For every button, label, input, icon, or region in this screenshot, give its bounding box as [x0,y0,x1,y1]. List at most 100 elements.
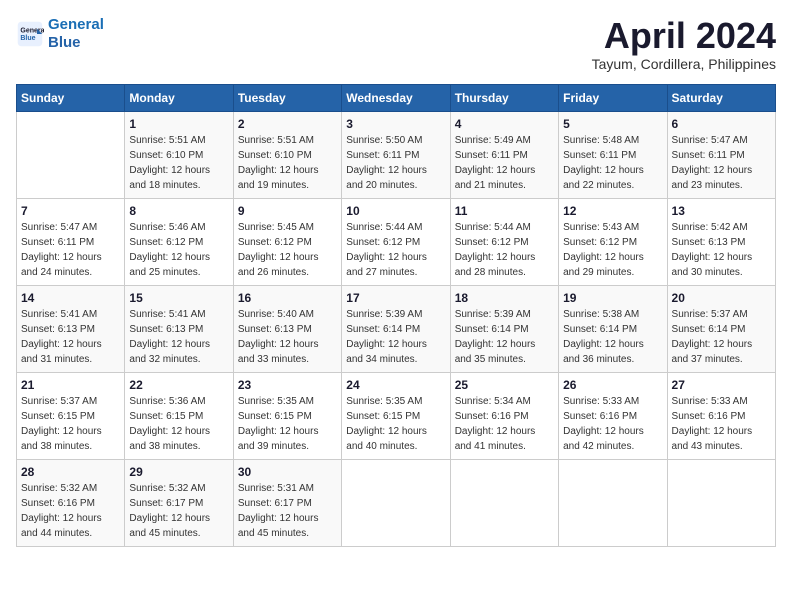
day-number: 20 [672,291,771,305]
calendar-title: April 2024 [592,16,776,56]
day-detail: Sunrise: 5:32 AM Sunset: 6:17 PM Dayligh… [129,481,228,541]
table-row: 17 Sunrise: 5:39 AM Sunset: 6:14 PM Dayli… [342,285,450,372]
day-detail: Sunrise: 5:51 AM Sunset: 6:10 PM Dayligh… [238,133,337,193]
day-number: 4 [455,117,554,131]
day-number: 26 [563,378,662,392]
day-number: 9 [238,204,337,218]
day-number: 24 [346,378,445,392]
day-detail: Sunrise: 5:50 AM Sunset: 6:11 PM Dayligh… [346,133,445,193]
day-detail: Sunrise: 5:33 AM Sunset: 6:16 PM Dayligh… [563,394,662,454]
day-detail: Sunrise: 5:34 AM Sunset: 6:16 PM Dayligh… [455,394,554,454]
table-row: 7 Sunrise: 5:47 AM Sunset: 6:11 PM Daylig… [17,198,125,285]
day-number: 11 [455,204,554,218]
table-row: 5 Sunrise: 5:48 AM Sunset: 6:11 PM Daylig… [559,111,667,198]
table-row [450,459,558,546]
col-wednesday: Wednesday [342,84,450,111]
table-row [17,111,125,198]
table-row: 28 Sunrise: 5:32 AM Sunset: 6:16 PM Dayli… [17,459,125,546]
day-detail: Sunrise: 5:41 AM Sunset: 6:13 PM Dayligh… [21,307,120,367]
day-number: 28 [21,465,120,479]
day-number: 19 [563,291,662,305]
day-detail: Sunrise: 5:46 AM Sunset: 6:12 PM Dayligh… [129,220,228,280]
day-number: 10 [346,204,445,218]
table-row: 14 Sunrise: 5:41 AM Sunset: 6:13 PM Dayli… [17,285,125,372]
day-number: 14 [21,291,120,305]
week-row-5: 28 Sunrise: 5:32 AM Sunset: 6:16 PM Dayli… [17,459,776,546]
week-row-3: 14 Sunrise: 5:41 AM Sunset: 6:13 PM Dayli… [17,285,776,372]
day-number: 25 [455,378,554,392]
day-number: 22 [129,378,228,392]
table-row: 9 Sunrise: 5:45 AM Sunset: 6:12 PM Daylig… [233,198,341,285]
table-row: 29 Sunrise: 5:32 AM Sunset: 6:17 PM Dayli… [125,459,233,546]
day-number: 13 [672,204,771,218]
table-row: 13Sunrise: 5:42 AM Sunset: 6:13 PM Dayli… [667,198,775,285]
calendar-subtitle: Tayum, Cordillera, Philippines [592,56,776,72]
day-number: 5 [563,117,662,131]
day-number: 7 [21,204,120,218]
table-row: 6Sunrise: 5:47 AM Sunset: 6:11 PM Daylig… [667,111,775,198]
day-number: 15 [129,291,228,305]
table-row: 15 Sunrise: 5:41 AM Sunset: 6:13 PM Dayli… [125,285,233,372]
col-thursday: Thursday [450,84,558,111]
title-area: April 2024 Tayum, Cordillera, Philippine… [592,16,776,72]
table-row: 8Sunrise: 5:46 AM Sunset: 6:12 PM Daylig… [125,198,233,285]
day-detail: Sunrise: 5:49 AM Sunset: 6:11 PM Dayligh… [455,133,554,193]
day-detail: Sunrise: 5:32 AM Sunset: 6:16 PM Dayligh… [21,481,120,541]
day-detail: Sunrise: 5:33 AM Sunset: 6:16 PM Dayligh… [672,394,771,454]
day-number: 17 [346,291,445,305]
col-saturday: Saturday [667,84,775,111]
day-detail: Sunrise: 5:51 AM Sunset: 6:10 PM Dayligh… [129,133,228,193]
day-number: 1 [129,117,228,131]
day-detail: Sunrise: 5:37 AM Sunset: 6:15 PM Dayligh… [21,394,120,454]
day-detail: Sunrise: 5:43 AM Sunset: 6:12 PM Dayligh… [563,220,662,280]
day-detail: Sunrise: 5:44 AM Sunset: 6:12 PM Dayligh… [346,220,445,280]
table-row: 12 Sunrise: 5:43 AM Sunset: 6:12 PM Dayli… [559,198,667,285]
day-detail: Sunrise: 5:41 AM Sunset: 6:13 PM Dayligh… [129,307,228,367]
day-detail: Sunrise: 5:47 AM Sunset: 6:11 PM Dayligh… [21,220,120,280]
table-row: 22 Sunrise: 5:36 AM Sunset: 6:15 PM Dayli… [125,372,233,459]
logo-icon: General Blue [16,20,44,48]
svg-text:Blue: Blue [20,35,35,42]
day-detail: Sunrise: 5:31 AM Sunset: 6:17 PM Dayligh… [238,481,337,541]
table-row: 11Sunrise: 5:44 AM Sunset: 6:12 PM Dayli… [450,198,558,285]
day-number: 23 [238,378,337,392]
table-row: 10 Sunrise: 5:44 AM Sunset: 6:12 PM Dayli… [342,198,450,285]
col-tuesday: Tuesday [233,84,341,111]
table-row: 30Sunrise: 5:31 AM Sunset: 6:17 PM Dayli… [233,459,341,546]
col-sunday: Sunday [17,84,125,111]
table-row: 26 Sunrise: 5:33 AM Sunset: 6:16 PM Dayli… [559,372,667,459]
week-row-2: 7 Sunrise: 5:47 AM Sunset: 6:11 PM Daylig… [17,198,776,285]
table-row: 21 Sunrise: 5:37 AM Sunset: 6:15 PM Dayli… [17,372,125,459]
day-number: 2 [238,117,337,131]
day-detail: Sunrise: 5:36 AM Sunset: 6:15 PM Dayligh… [129,394,228,454]
day-detail: Sunrise: 5:35 AM Sunset: 6:15 PM Dayligh… [238,394,337,454]
table-row: 27Sunrise: 5:33 AM Sunset: 6:16 PM Dayli… [667,372,775,459]
day-number: 16 [238,291,337,305]
col-monday: Monday [125,84,233,111]
day-detail: Sunrise: 5:45 AM Sunset: 6:12 PM Dayligh… [238,220,337,280]
day-number: 3 [346,117,445,131]
day-number: 6 [672,117,771,131]
table-row: 1 Sunrise: 5:51 AM Sunset: 6:10 PM Daylig… [125,111,233,198]
day-detail: Sunrise: 5:39 AM Sunset: 6:14 PM Dayligh… [346,307,445,367]
table-row: 18Sunrise: 5:39 AM Sunset: 6:14 PM Dayli… [450,285,558,372]
table-row: 16 Sunrise: 5:40 AM Sunset: 6:13 PM Dayli… [233,285,341,372]
day-number: 29 [129,465,228,479]
table-row: 2 Sunrise: 5:51 AM Sunset: 6:10 PM Daylig… [233,111,341,198]
table-row [559,459,667,546]
day-number: 21 [21,378,120,392]
day-detail: Sunrise: 5:40 AM Sunset: 6:13 PM Dayligh… [238,307,337,367]
day-detail: Sunrise: 5:37 AM Sunset: 6:14 PM Dayligh… [672,307,771,367]
header-row: Sunday Monday Tuesday Wednesday Thursday… [17,84,776,111]
day-detail: Sunrise: 5:38 AM Sunset: 6:14 PM Dayligh… [563,307,662,367]
logo: General Blue GeneralBlue [16,16,104,52]
table-row: 24Sunrise: 5:35 AM Sunset: 6:15 PM Dayli… [342,372,450,459]
table-row: 20 Sunrise: 5:37 AM Sunset: 6:14 PM Dayli… [667,285,775,372]
day-number: 12 [563,204,662,218]
calendar-table: Sunday Monday Tuesday Wednesday Thursday… [16,84,776,547]
table-row: 25 Sunrise: 5:34 AM Sunset: 6:16 PM Dayli… [450,372,558,459]
logo-text: GeneralBlue [48,16,104,52]
day-detail: Sunrise: 5:48 AM Sunset: 6:11 PM Dayligh… [563,133,662,193]
table-row: 19 Sunrise: 5:38 AM Sunset: 6:14 PM Dayli… [559,285,667,372]
table-row: 3 Sunrise: 5:50 AM Sunset: 6:11 PM Daylig… [342,111,450,198]
